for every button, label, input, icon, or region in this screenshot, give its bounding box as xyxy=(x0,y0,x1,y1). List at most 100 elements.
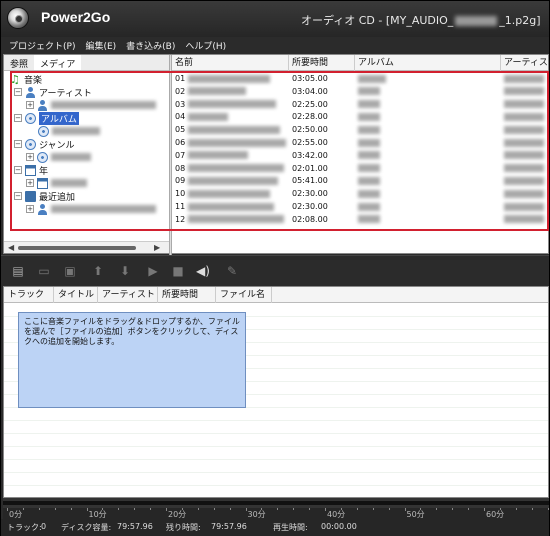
collapse-icon[interactable]: − xyxy=(14,88,22,96)
scale-minor-tick xyxy=(515,508,517,510)
track-row[interactable]: 11 02:30.00 xyxy=(172,201,548,213)
track-number: 12 xyxy=(175,214,186,224)
track-row[interactable]: 02 03:04.00 xyxy=(172,86,548,98)
tree-item-album-child[interactable] xyxy=(38,125,100,137)
menu-help[interactable]: ヘルプ(H) xyxy=(185,39,226,52)
track-row[interactable]: 06 02:55.00 xyxy=(172,137,548,149)
tree-horizontal-scrollbar[interactable]: ◀ ▶ xyxy=(4,241,169,253)
edit-icon[interactable]: ✎ xyxy=(225,264,239,278)
track-row[interactable]: 03 02:25.00 xyxy=(172,99,548,111)
expand-icon[interactable]: + xyxy=(26,153,34,161)
collapse-icon[interactable]: − xyxy=(14,166,22,174)
scroll-left-icon[interactable]: ◀ xyxy=(8,243,14,252)
track-row[interactable]: 09 05:41.00 xyxy=(172,175,548,187)
track-name-cell: 01 xyxy=(172,73,289,85)
status-remaining-value: 79:57.96 xyxy=(211,522,247,531)
blurred-artist xyxy=(504,215,544,224)
tree-item-album[interactable]: − アルバム xyxy=(14,111,79,125)
column-filename[interactable]: ファイル名 xyxy=(216,287,272,303)
stop-icon[interactable]: ■ xyxy=(171,264,185,278)
track-name-cell: 03 xyxy=(172,99,289,111)
track-row[interactable]: 10 02:30.00 xyxy=(172,188,548,200)
track-row[interactable]: 08 02:01.00 xyxy=(172,163,548,175)
track-number: 01 xyxy=(175,74,186,83)
volume-icon[interactable]: ◀) xyxy=(196,264,210,278)
track-row[interactable]: 12 02:08.00 xyxy=(172,214,548,226)
scrollbar-thumb[interactable] xyxy=(18,246,136,250)
track-row[interactable]: 01 03:05.00 xyxy=(172,73,548,85)
tree-label-recent: 最近追加 xyxy=(39,192,76,203)
tree-item-artist[interactable]: − アーティスト xyxy=(14,86,92,99)
tab-media[interactable]: メディア xyxy=(34,55,82,70)
column-artist[interactable]: アーティスト xyxy=(501,55,550,71)
track-duration: 02:01.00 xyxy=(292,163,328,173)
column-title[interactable]: タイトル xyxy=(54,287,98,303)
track-row[interactable]: 07 03:42.00 xyxy=(172,150,548,162)
column-album[interactable]: アルバム xyxy=(355,55,501,71)
track-album-cell xyxy=(355,150,501,162)
expand-icon[interactable]: + xyxy=(26,179,34,187)
collapse-icon[interactable]: − xyxy=(14,140,22,148)
tree-item-genre-child[interactable]: + xyxy=(26,151,91,163)
tree-item-music[interactable]: ♫ 音楽 xyxy=(10,73,42,86)
menu-project[interactable]: プロジェクト(P) xyxy=(9,39,75,52)
track-name-cell: 08 xyxy=(172,163,289,175)
add-file-icon[interactable]: ▤ xyxy=(11,264,25,278)
menu-edit[interactable]: 編集(E) xyxy=(85,39,116,52)
move-down-icon[interactable]: ⬇ xyxy=(118,264,132,278)
tree-item-recent[interactable]: − 最近追加 xyxy=(14,190,76,203)
collapse-icon[interactable]: − xyxy=(14,114,22,122)
track-album-cell xyxy=(355,137,501,149)
column-duration[interactable]: 所要時間 xyxy=(289,55,355,71)
scale-minor-tick xyxy=(468,508,470,510)
blurred-track-title xyxy=(187,74,270,83)
gridline xyxy=(4,446,548,447)
scale-minor-tick xyxy=(420,508,422,510)
column-artist[interactable]: アーティスト xyxy=(98,287,158,303)
track-name-cell: 09 xyxy=(172,175,289,187)
play-icon[interactable]: ▶ xyxy=(146,264,160,278)
tree-item-recent-child[interactable]: + xyxy=(26,203,156,215)
blurred-artist xyxy=(504,176,544,185)
track-duration: 03:42.00 xyxy=(292,150,328,160)
tree-item-year[interactable]: − 年 xyxy=(14,164,48,177)
copy-icon[interactable]: ▭ xyxy=(37,264,51,278)
tree-item-artist-child[interactable]: + xyxy=(26,99,156,111)
expand-icon[interactable]: + xyxy=(26,101,34,109)
calendar-icon xyxy=(37,177,48,189)
scale-minor-tick xyxy=(340,508,342,510)
blurred-artist xyxy=(504,151,544,160)
blurred-album xyxy=(358,138,380,147)
track-album-cell xyxy=(355,73,501,85)
tree-item-year-child[interactable]: + xyxy=(26,177,87,189)
track-album-cell xyxy=(355,201,501,213)
track-list-header: 名前 所要時間 アルバム アーティスト xyxy=(172,55,550,71)
paste-icon[interactable]: ▣ xyxy=(63,264,77,278)
status-playback-label: 再生時間: xyxy=(273,523,308,532)
menu-burn[interactable]: 書き込み(B) xyxy=(126,39,175,52)
track-row[interactable]: 04 02:28.00 xyxy=(172,111,548,123)
track-album-cell xyxy=(355,124,501,136)
status-bar: トラック: 0 ディスク容量: 79:57.96 残り時間: 79:57.96 … xyxy=(1,519,549,536)
column-name[interactable]: 名前 xyxy=(172,55,289,71)
status-capacity-value: 79:57.96 xyxy=(117,522,153,531)
track-row[interactable]: 05 02:50.00 xyxy=(172,124,548,136)
track-album-cell xyxy=(355,214,501,226)
blurred-album xyxy=(358,202,380,211)
blurred-artist xyxy=(504,100,544,109)
track-duration: 02:30.00 xyxy=(292,202,328,211)
expand-icon[interactable]: + xyxy=(26,205,34,213)
scale-minor-tick xyxy=(261,508,263,510)
scroll-right-icon[interactable]: ▶ xyxy=(154,243,160,252)
blurred-album xyxy=(358,215,380,224)
column-track[interactable]: トラック xyxy=(4,287,54,303)
blurred-track-title xyxy=(187,87,246,96)
move-up-icon[interactable]: ⬆ xyxy=(91,264,105,278)
tab-browse[interactable]: 参照 xyxy=(4,55,34,70)
column-duration[interactable]: 所要時間 xyxy=(158,287,216,303)
tree-item-genre[interactable]: − ジャンル xyxy=(14,138,75,151)
track-artist-cell xyxy=(501,111,548,123)
blurred-album xyxy=(358,164,380,173)
title-bar: Power2Go オーディオ CD - [MY_AUDIO_ _1.p2g] xyxy=(1,1,549,37)
collapse-icon[interactable]: − xyxy=(14,192,22,200)
